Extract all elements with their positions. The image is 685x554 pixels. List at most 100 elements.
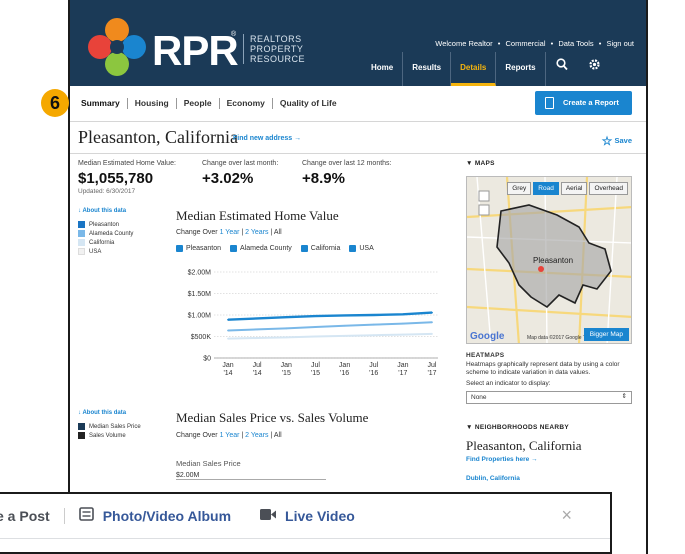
home-value-line-chart: $2.00M$1.50M$1.00M$500K$0Jan'14Jul'14Jan… (188, 270, 438, 377)
range-2-years-link[interactable]: 2 Years (245, 229, 268, 236)
tab-housing[interactable]: Housing (128, 98, 177, 109)
search-icon[interactable] (546, 52, 578, 86)
chart-legend: ↓ About this data Pleasanton Alameda Cou… (78, 208, 133, 256)
brand-sub-line: PROPERTY (250, 44, 304, 54)
change-over-selector: Change Over 1 Year | 2 Years | All (176, 229, 282, 236)
stat-label: Change over last month: (202, 160, 279, 167)
legend-item: Median Sales Price (78, 422, 141, 431)
checkbox-label: California (310, 245, 341, 252)
google-logo: Google (470, 331, 505, 342)
nav-details[interactable]: Details (451, 52, 497, 86)
map-place-label: Pleasanton (533, 256, 573, 265)
legend-swatch (78, 432, 85, 439)
welcome-link[interactable]: Welcome Realtor (435, 39, 492, 48)
about-data-link[interactable]: ↓ About this data (78, 208, 133, 214)
range-2-years-link[interactable]: 2 Years (245, 432, 268, 439)
y-tick-label: $2.00M (188, 270, 212, 277)
document-icon (545, 97, 554, 109)
checkbox-pleasanton[interactable]: Pleasanton (176, 245, 221, 252)
range-1-year-link[interactable]: 1 Year (220, 432, 240, 439)
create-post-tab[interactable]: e a Post (0, 508, 50, 524)
indicator-label: Select an indicator to display: (466, 380, 551, 387)
data-point (343, 334, 346, 337)
nav-results[interactable]: Results (403, 52, 452, 86)
range-all-link[interactable]: All (274, 229, 282, 236)
tab-list: Summary Housing People Economy Quality o… (74, 98, 344, 109)
y-tick-label: $0 (203, 356, 211, 363)
x-tick-label: Jan (397, 362, 408, 369)
map-drawing: Pleasanton (467, 177, 631, 343)
x-tick-label: Jan (339, 362, 350, 369)
checkbox-icon (349, 245, 357, 252)
legend-item: Alameda County (78, 229, 133, 238)
data-tools-link[interactable]: Data Tools (558, 39, 593, 48)
map-overhead-button[interactable]: Overhead (589, 182, 628, 195)
find-properties-link[interactable]: Find Properties here → (466, 456, 636, 463)
tab-quality-of-life[interactable]: Quality of Life (273, 98, 344, 109)
legend-swatch (78, 230, 85, 237)
data-point (401, 322, 404, 325)
checkbox-label: Pleasanton (186, 245, 222, 252)
commercial-link[interactable]: Commercial (505, 39, 545, 48)
range-all-link[interactable]: All (274, 432, 282, 439)
neighborhoods-heading[interactable]: ▼ NEIGHBORHOODS NEARBY (466, 424, 636, 431)
live-video-button[interactable]: Live Video (259, 508, 355, 524)
map-aerial-button[interactable]: Aerial (560, 182, 588, 195)
stat-label: Change over last 12 months: (302, 160, 392, 167)
maps-heading[interactable]: ▼ MAPS (466, 160, 636, 167)
y-tick-label: $1.50M (188, 291, 212, 298)
detail-tabs: 6 Summary Housing People Economy Quality… (41, 86, 646, 122)
tab-people[interactable]: People (177, 98, 220, 109)
data-point (343, 314, 346, 317)
x-tick-year: '14 (253, 370, 262, 377)
main-nav: Home Results Details Reports (362, 52, 611, 86)
map-road-button[interactable]: Road (533, 182, 559, 195)
stat-median-value: Median Estimated Home Value: $1,055,780 … (78, 160, 176, 195)
checkbox-alameda[interactable]: Alameda County (230, 245, 292, 252)
tab-summary[interactable]: Summary (74, 98, 128, 109)
change-over-label: Change Over (176, 229, 218, 236)
brand-subtitle: REALTORS PROPERTY RESOURCE (243, 34, 305, 64)
x-tick-year: '15 (311, 370, 320, 377)
bigger-map-button[interactable]: Bigger Map (583, 328, 629, 341)
indicator-select[interactable]: None ⇕ (466, 391, 632, 404)
photo-video-album-button[interactable]: Photo/Video Album (78, 507, 231, 525)
location-map[interactable]: Pleasanton Grey Road Aerial Overhead Goo… (466, 176, 632, 344)
create-report-button[interactable]: Create a Report (535, 91, 632, 115)
tab-economy[interactable]: Economy (220, 98, 273, 109)
checkbox-california[interactable]: California (300, 245, 341, 252)
save-button[interactable]: ☆ Save (602, 134, 632, 148)
data-point (401, 333, 404, 336)
range-1-year-link[interactable]: 1 Year (220, 229, 240, 236)
data-point (285, 336, 288, 339)
location-title-bar: Pleasanton, California Find new address … (70, 122, 646, 154)
about-data-link[interactable]: ↓ About this data (78, 410, 141, 416)
nav-home[interactable]: Home (362, 52, 404, 86)
brand-name[interactable]: RPR (152, 30, 239, 72)
divider (63, 508, 65, 524)
brand-sub-line: RESOURCE (250, 54, 306, 64)
stat-label: Median Estimated Home Value: (78, 160, 176, 167)
gear-icon[interactable] (578, 52, 611, 86)
data-point (401, 313, 404, 316)
map-type-buttons: Grey Road Aerial Overhead (505, 182, 628, 195)
nav-reports[interactable]: Reports (496, 52, 546, 86)
rpr-logo-icon[interactable] (86, 16, 148, 78)
data-point (314, 315, 317, 317)
x-tick-label: Jan (281, 362, 292, 369)
data-point (372, 314, 375, 316)
find-new-address-link[interactable]: Find new address → (233, 135, 301, 142)
close-icon[interactable]: × (561, 505, 572, 526)
legend-item: California (78, 238, 133, 247)
checkbox-usa[interactable]: USA (349, 245, 374, 252)
x-tick-label: Jul (311, 362, 320, 369)
checkbox-icon (230, 245, 238, 252)
legend-item: USA (78, 247, 133, 256)
chevron-down-icon: ⇕ (621, 393, 627, 400)
separator: • (550, 39, 554, 48)
legend-item: Pleasanton (78, 220, 133, 229)
map-grey-button[interactable]: Grey (507, 182, 532, 195)
x-tick-year: '16 (369, 370, 378, 377)
sign-out-link[interactable]: Sign out (606, 39, 634, 48)
dublin-link[interactable]: Dublin, California (466, 475, 636, 482)
